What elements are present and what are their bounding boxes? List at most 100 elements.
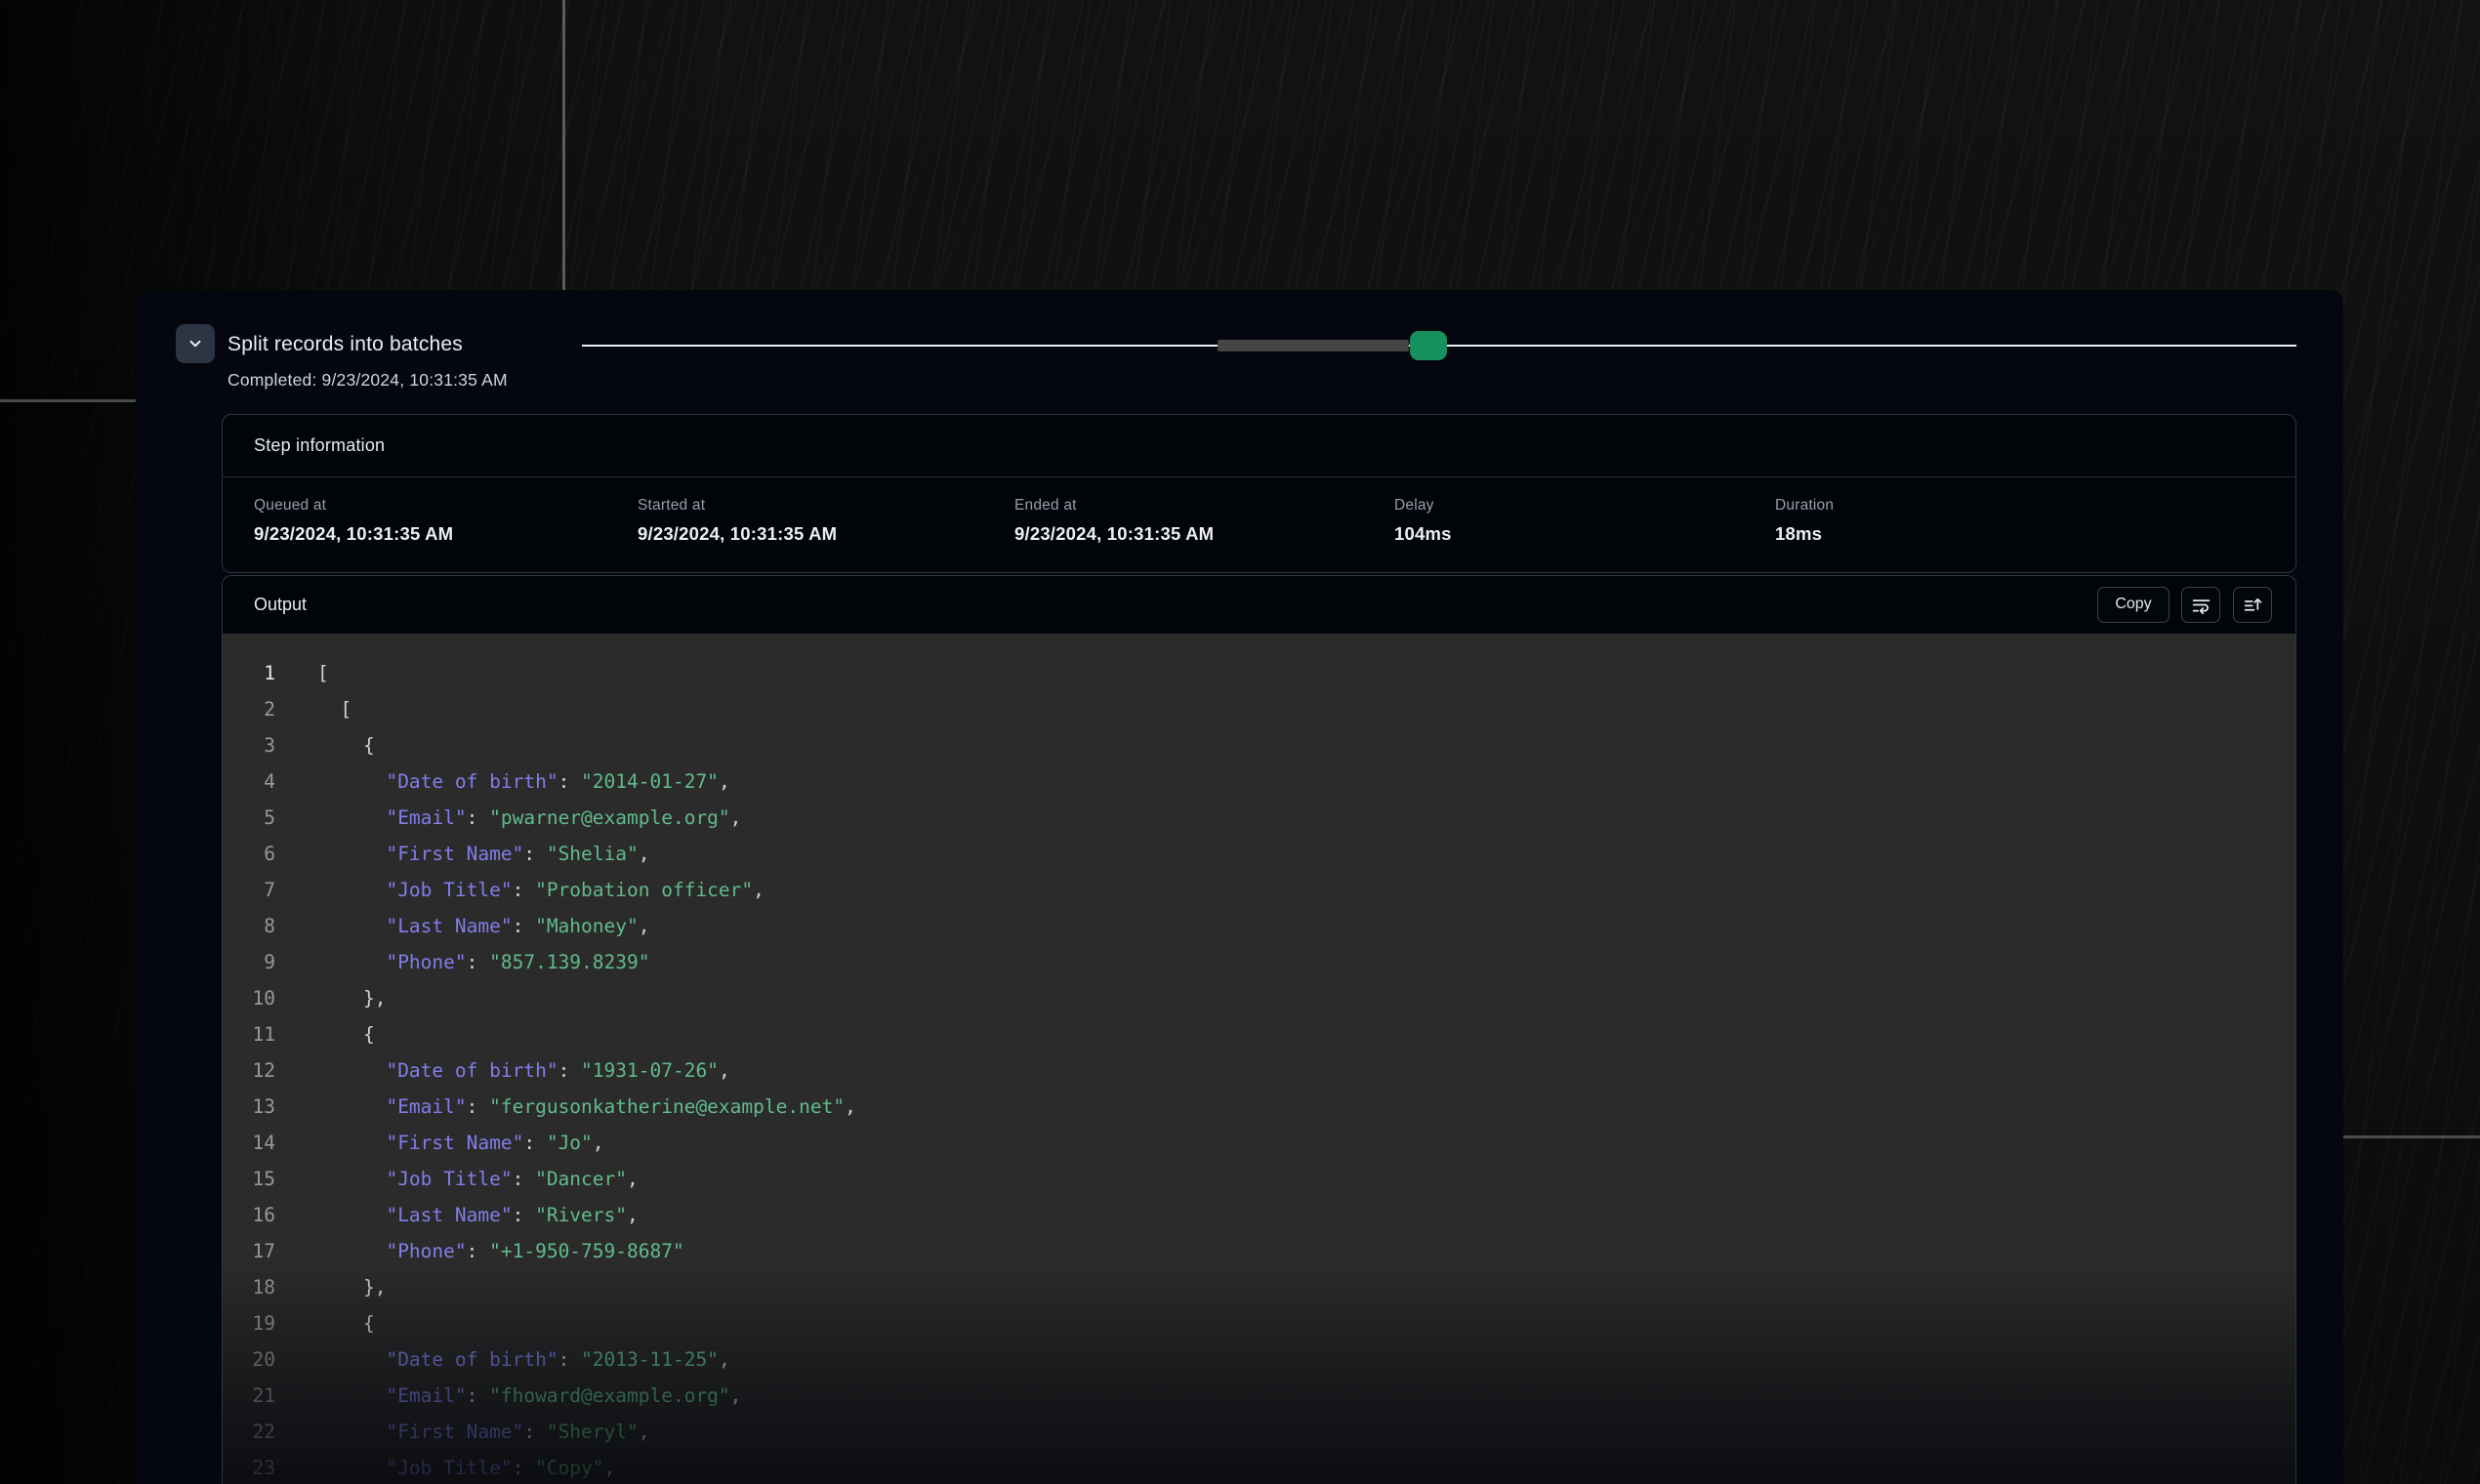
decorative-vertical-line xyxy=(562,0,565,291)
code-line-content: "Date of birth": "1931-07-26", xyxy=(275,1052,730,1089)
info-field-label: Started at xyxy=(638,497,1014,515)
code-line-content: "Job Title": "Dancer", xyxy=(275,1161,639,1197)
code-line: 1[ xyxy=(223,655,2295,691)
collapse-step-button[interactable] xyxy=(176,324,215,363)
decorative-horizontal-line-right xyxy=(2343,1135,2480,1138)
code-line-content: "Job Title": "Probation officer", xyxy=(275,872,765,908)
line-number: 15 xyxy=(223,1161,275,1197)
timeline-track[interactable] xyxy=(582,331,2296,360)
code-line: 6 "First Name": "Shelia", xyxy=(223,836,2295,872)
decorative-horizontal-line-left xyxy=(0,399,137,402)
line-number: 16 xyxy=(223,1197,275,1233)
timeline-range-segment xyxy=(1218,340,1409,351)
line-number: 5 xyxy=(223,800,275,836)
code-line: 8 "Last Name": "Mahoney", xyxy=(223,908,2295,944)
line-number: 12 xyxy=(223,1052,275,1089)
info-field-value: 104ms xyxy=(1394,523,1775,545)
line-number: 13 xyxy=(223,1089,275,1125)
code-line-content: "Phone": "+1-950-759-8687" xyxy=(275,1233,684,1269)
code-line-content: }, xyxy=(275,1269,386,1305)
output-code[interactable]: 1[2 [3 {4 "Date of birth": "2014-01-27",… xyxy=(223,634,2295,1484)
line-number: 4 xyxy=(223,763,275,800)
wrap-text-button[interactable] xyxy=(2181,587,2220,623)
code-line: 9 "Phone": "857.139.8239" xyxy=(223,944,2295,980)
code-line-content: "Email": "fhoward@example.org", xyxy=(275,1378,741,1414)
code-line: 21 "Email": "fhoward@example.org", xyxy=(223,1378,2295,1414)
code-line: 10 }, xyxy=(223,980,2295,1016)
wrap-text-icon xyxy=(2191,595,2211,615)
code-line-content: "Email": "pwarner@example.org", xyxy=(275,800,741,836)
code-line: 13 "Email": "fergusonkatherine@example.n… xyxy=(223,1089,2295,1125)
code-line: 18 }, xyxy=(223,1269,2295,1305)
code-line-content: }, xyxy=(275,980,386,1016)
code-line-content: "Last Name": "Mahoney", xyxy=(275,908,650,944)
line-number: 18 xyxy=(223,1269,275,1305)
step-information-card: Step information Queued at9/23/2024, 10:… xyxy=(222,414,2296,573)
code-line-content: "Date of birth": "2013-11-25", xyxy=(275,1341,730,1378)
code-line: 16 "Last Name": "Rivers", xyxy=(223,1197,2295,1233)
code-line-content: { xyxy=(275,1305,375,1341)
expand-output-button[interactable] xyxy=(2233,587,2272,623)
code-line-content: "First Name": "Shelia", xyxy=(275,836,650,872)
info-field-value: 9/23/2024, 10:31:35 AM xyxy=(1014,523,1394,545)
step-information-fields: Queued at9/23/2024, 10:31:35 AMStarted a… xyxy=(223,477,2295,545)
code-line: 5 "Email": "pwarner@example.org", xyxy=(223,800,2295,836)
output-card: Output Copy 1[2 [3 {4 "Date of birth": "… xyxy=(222,575,2296,1484)
line-number: 20 xyxy=(223,1341,275,1378)
info-field: Ended at 9/23/2024, 10:31:35 AM xyxy=(1014,497,1394,545)
step-detail-panel: Split records into batches Completed: 9/… xyxy=(136,290,2343,1484)
line-number: 9 xyxy=(223,944,275,980)
line-number: 8 xyxy=(223,908,275,944)
code-line: 19 { xyxy=(223,1305,2295,1341)
info-field-value: 9/23/2024, 10:31:35 AM xyxy=(638,523,1014,545)
info-field-label: Ended at xyxy=(1014,497,1394,515)
code-line: 12 "Date of birth": "1931-07-26", xyxy=(223,1052,2295,1089)
code-line: 20 "Date of birth": "2013-11-25", xyxy=(223,1341,2295,1378)
code-line-content: "First Name": "Sheryl", xyxy=(275,1414,650,1450)
expand-output-icon xyxy=(2243,595,2263,615)
code-line-content: { xyxy=(275,1016,375,1052)
code-line-content: "Job Title": "Copy", xyxy=(275,1450,615,1484)
info-field-value: 9/23/2024, 10:31:35 AM xyxy=(254,523,638,545)
line-number: 19 xyxy=(223,1305,275,1341)
copy-button[interactable]: Copy xyxy=(2097,587,2170,623)
line-number: 17 xyxy=(223,1233,275,1269)
step-information-title: Step information xyxy=(223,415,2295,477)
code-line-content: [ xyxy=(275,655,329,691)
code-line: 22 "First Name": "Sheryl", xyxy=(223,1414,2295,1450)
step-completed-timestamp: Completed: 9/23/2024, 10:31:35 AM xyxy=(227,369,508,391)
code-line: 17 "Phone": "+1-950-759-8687" xyxy=(223,1233,2295,1269)
code-line-content: "Phone": "857.139.8239" xyxy=(275,944,650,980)
info-field-label: Duration xyxy=(1775,497,2295,515)
step-title: Split records into batches xyxy=(227,331,508,357)
line-number: 7 xyxy=(223,872,275,908)
code-line: 3 { xyxy=(223,727,2295,763)
line-number: 1 xyxy=(223,655,275,691)
step-header: Split records into batches Completed: 9/… xyxy=(176,324,508,391)
line-number: 11 xyxy=(223,1016,275,1052)
line-number: 3 xyxy=(223,727,275,763)
code-line-content: [ xyxy=(275,691,351,727)
code-line: 11 { xyxy=(223,1016,2295,1052)
code-line: 4 "Date of birth": "2014-01-27", xyxy=(223,763,2295,800)
code-line-content: "Email": "fergusonkatherine@example.net"… xyxy=(275,1089,856,1125)
info-field: Queued at9/23/2024, 10:31:35 AM xyxy=(254,497,638,545)
chevron-down-icon xyxy=(186,335,204,352)
info-field-value: 18ms xyxy=(1775,523,2295,545)
code-line-content: { xyxy=(275,727,375,763)
line-number: 6 xyxy=(223,836,275,872)
output-title: Output xyxy=(254,595,307,615)
code-line: 15 "Job Title": "Dancer", xyxy=(223,1161,2295,1197)
info-field: Started at 9/23/2024, 10:31:35 AM xyxy=(638,497,1014,545)
line-number: 10 xyxy=(223,980,275,1016)
code-line: 23 "Job Title": "Copy", xyxy=(223,1450,2295,1484)
info-field-label: Delay xyxy=(1394,497,1775,515)
code-line-content: "Last Name": "Rivers", xyxy=(275,1197,639,1233)
timeline-handle[interactable] xyxy=(1410,331,1447,360)
line-number: 2 xyxy=(223,691,275,727)
code-line: 14 "First Name": "Jo", xyxy=(223,1125,2295,1161)
info-field: Delay 104ms xyxy=(1394,497,1775,545)
line-number: 22 xyxy=(223,1414,275,1450)
info-field: Duration 18ms xyxy=(1775,497,2295,545)
code-line: 2 [ xyxy=(223,691,2295,727)
